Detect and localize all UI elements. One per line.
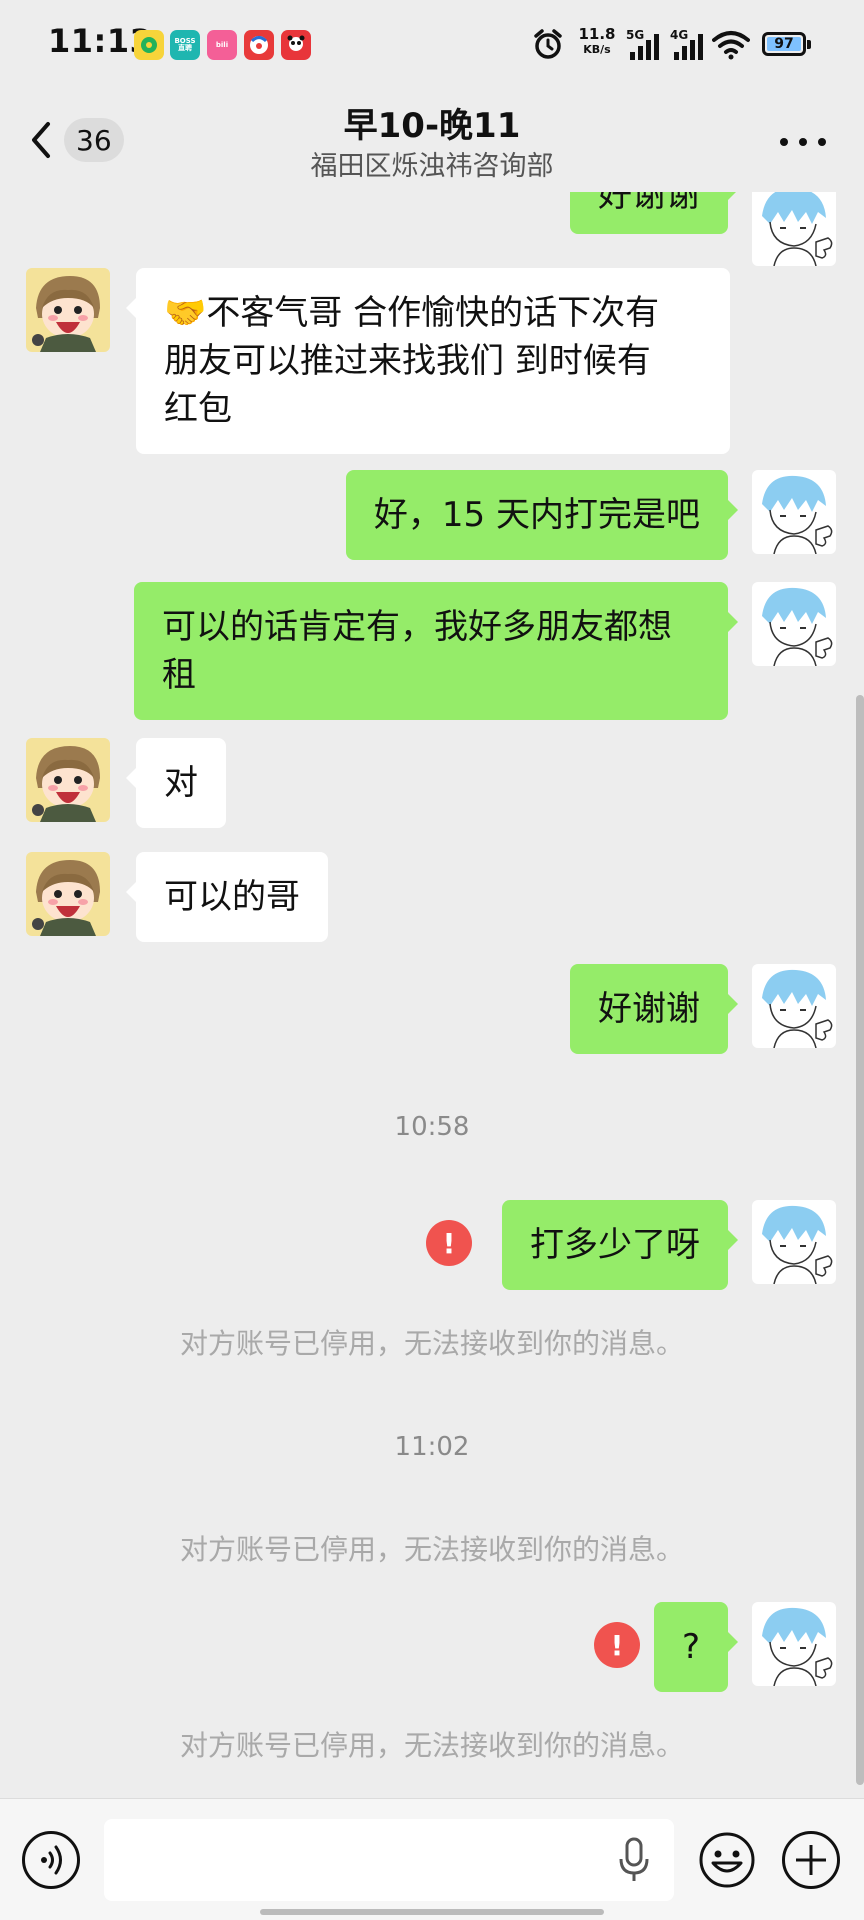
message-input[interactable] <box>104 1819 674 1901</box>
status-bar: 11:13 BOSS 直聘 bili 11.8 KB/s 5G 4G 97 <box>0 0 864 92</box>
boss-zhipin-label: BOSS 直聘 <box>174 37 196 52</box>
emoji-button[interactable] <box>698 1831 756 1889</box>
message-text: 可以的哥 <box>164 877 300 917</box>
qq-music-icon <box>134 30 164 60</box>
self-avatar[interactable] <box>752 1602 836 1686</box>
send-failed-icon[interactable]: ! <box>594 1622 640 1668</box>
more-options-button[interactable] <box>780 132 826 152</box>
message-line: 租 <box>162 655 196 695</box>
outgoing-message[interactable]: 打多少了呀 <box>502 1200 738 1290</box>
signal-4g-icon: 4G <box>670 28 710 62</box>
input-bar <box>0 1798 864 1920</box>
outgoing-message[interactable]: ? <box>653 1602 739 1692</box>
outgoing-message[interactable]: 好谢谢 <box>570 964 738 1054</box>
self-avatar[interactable] <box>752 192 836 266</box>
contact-avatar[interactable] <box>26 268 110 352</box>
message-text: ? <box>681 1627 700 1667</box>
network-speed-unit: KB/s <box>583 43 611 56</box>
boss-zhipin-icon: BOSS 直聘 <box>170 30 200 60</box>
send-failed-icon[interactable]: ! <box>426 1220 472 1266</box>
message-text: 打多少了呀 <box>530 1225 700 1265</box>
signal-5g-icon: 5G <box>626 28 666 62</box>
voice-wave-icon <box>41 1845 62 1875</box>
chat-header: 36 早10-晚11 福田区烁浊祎咨询部 <box>0 92 864 192</box>
message-timestamp: 10:58 <box>394 1112 470 1142</box>
chat-subtitle: 福田区烁浊祎咨询部 <box>310 151 554 182</box>
outgoing-message[interactable]: 好，15 天内打完是吧 <box>345 470 739 560</box>
system-notice: 对方账号已停用，无法接收到你的消息。 <box>179 1729 684 1762</box>
panda-app-icon <box>281 30 311 60</box>
more-functions-button[interactable] <box>782 1831 840 1889</box>
more-dot-icon <box>780 138 788 146</box>
more-dot-icon <box>818 138 826 146</box>
outgoing-message[interactable]: 可以的话肯定有，我好多朋友都想 租 <box>134 582 738 720</box>
outgoing-message[interactable]: 好谢谢 <box>570 192 738 234</box>
message-text: 好谢谢 <box>598 989 700 1029</box>
contact-avatar[interactable] <box>26 738 110 822</box>
message-line: 不客气哥 合作愉快的话下次有 <box>206 293 660 333</box>
message-line: 红包 <box>164 389 232 429</box>
self-avatar[interactable] <box>752 964 836 1048</box>
microphone-icon[interactable] <box>618 1837 650 1883</box>
chat-title: 早10-晚11 <box>343 106 521 146</box>
system-notice: 对方账号已停用，无法接收到你的消息。 <box>179 1533 684 1566</box>
incoming-message[interactable]: 对 <box>126 738 226 828</box>
chat-screen: 11:13 BOSS 直聘 bili 11.8 KB/s 5G 4G 97 36… <box>0 0 864 1920</box>
more-dot-icon <box>799 138 807 146</box>
incoming-message[interactable]: 🤝不客气哥 合作愉快的话下次有 朋友可以推过来找我们 到时候有 红包 <box>126 268 730 454</box>
incoming-message[interactable]: 可以的哥 <box>126 852 328 942</box>
message-line: 可以的话肯定有，我好多朋友都想 <box>162 607 672 647</box>
battery-level: 97 <box>774 36 794 52</box>
circus-app-icon <box>244 30 274 60</box>
message-text: 对 <box>164 763 198 803</box>
message-text: 🤝不客气哥 合作愉快的话下次有 <box>164 289 702 337</box>
self-avatar[interactable] <box>752 470 836 554</box>
message-text: 好，15 天内打完是吧 <box>373 495 700 535</box>
bilibili-icon: bili <box>207 30 237 60</box>
send-failed-mark: ! <box>610 1628 624 1662</box>
bilibili-label: bili <box>215 40 229 49</box>
alarm-icon <box>534 29 562 59</box>
voice-input-button[interactable] <box>22 1831 80 1889</box>
network-speed: 11.8 KB/s <box>578 25 616 56</box>
message-line: 朋友可以推过来找我们 到时候有 <box>164 341 651 381</box>
scrollbar[interactable] <box>856 695 864 1785</box>
message-text: 好谢谢 <box>598 192 700 215</box>
self-avatar[interactable] <box>752 1200 836 1284</box>
send-failed-mark: ! <box>442 1226 456 1260</box>
battery-icon: 97 <box>762 32 811 56</box>
system-notice: 对方账号已停用，无法接收到你的消息。 <box>179 1327 684 1360</box>
self-avatar[interactable] <box>752 582 836 666</box>
network-speed-value: 11.8 <box>578 25 616 43</box>
contact-avatar[interactable] <box>26 852 110 936</box>
wifi-icon <box>712 31 750 60</box>
home-indicator[interactable] <box>260 1909 604 1915</box>
handshake-emoji: 🤝 <box>164 293 207 333</box>
message-list[interactable]: 好谢谢 🤝不客气哥 合作愉快的话下次有 朋友可以推过来找我们 到时候有 红包 好… <box>0 192 864 1798</box>
message-timestamp: 11:02 <box>394 1432 470 1462</box>
